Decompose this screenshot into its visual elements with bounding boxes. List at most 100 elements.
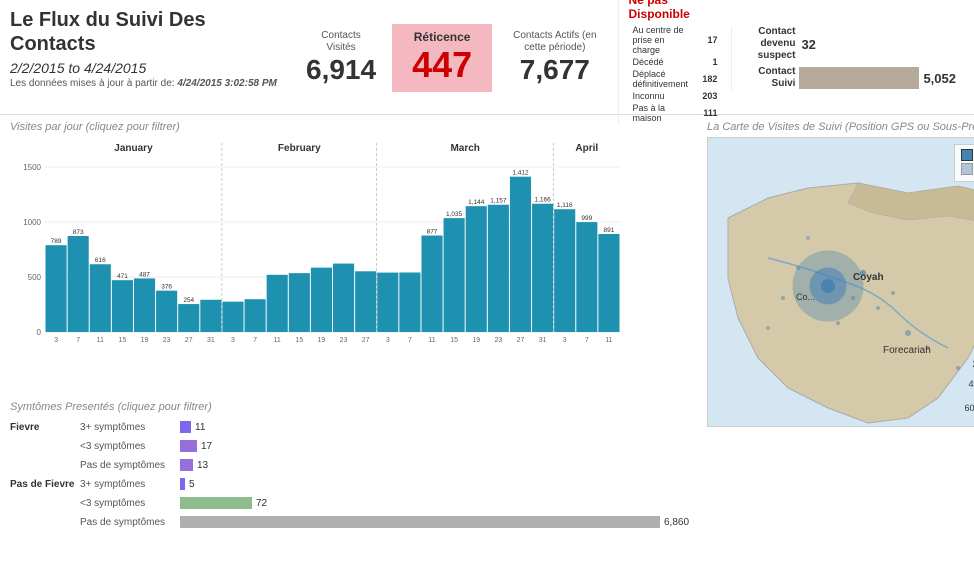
symptom-row: <3 symptômes17	[10, 438, 689, 454]
title-block: Le Flux du Suivi Des Contacts 2/2/2015 t…	[10, 8, 290, 108]
ne-pas-row-label: Décédé	[629, 56, 699, 68]
svg-text:3: 3	[563, 337, 567, 344]
svg-text:789: 789	[51, 238, 62, 245]
size-40k-text: 40,000	[969, 379, 974, 389]
bar-12[interactable]	[311, 268, 332, 332]
reticence-value: 447	[412, 44, 472, 86]
symptom-bar[interactable]	[180, 440, 197, 452]
bar-17[interactable]	[421, 236, 442, 332]
symptom-count: 17	[201, 441, 212, 452]
symptom-bar[interactable]	[180, 421, 191, 433]
ne-pas-row-label: Inconnu	[629, 90, 699, 102]
symptom-bar[interactable]	[180, 459, 193, 471]
map-size-legend: 20,000 40,000 60,000	[965, 354, 974, 420]
svg-text:31: 31	[539, 337, 547, 344]
svg-text:1,166: 1,166	[534, 197, 551, 204]
svg-text:27: 27	[185, 337, 193, 344]
svg-text:Co...: Co...	[796, 292, 815, 302]
svg-text:471: 471	[117, 273, 128, 280]
svg-text:23: 23	[494, 337, 502, 344]
updated-value: 4/24/2015 3:02:58 PM	[177, 78, 277, 89]
bar-7[interactable]	[200, 300, 221, 332]
symptom-sub-label: 3+ symptômes	[80, 422, 180, 433]
bar-10[interactable]	[267, 275, 288, 332]
svg-text:487: 487	[139, 271, 150, 278]
bar-8[interactable]	[222, 302, 243, 332]
top-section: Le Flux du Suivi Des Contacts 2/2/2015 t…	[0, 0, 974, 115]
contact-suivi-label: Contact Suivi	[740, 66, 795, 90]
svg-text:891: 891	[604, 227, 615, 234]
contacts-visites-value: 6,914	[306, 54, 376, 86]
bar-15[interactable]	[377, 273, 398, 332]
symptom-count: 6,860	[664, 517, 689, 528]
bar-23[interactable]	[554, 209, 575, 332]
ne-pas-row-value: 203	[698, 90, 721, 102]
svg-text:254: 254	[183, 297, 194, 304]
symptom-sub-label: Pas de symptômes	[80, 460, 180, 471]
symptom-sub-label: 3+ symptômes	[80, 479, 180, 490]
symptom-bar[interactable]	[180, 497, 252, 509]
svg-text:873: 873	[73, 229, 84, 236]
legend-active-item: Actif	[961, 149, 974, 161]
svg-text:March: March	[450, 143, 479, 154]
svg-text:19: 19	[141, 337, 149, 344]
bar-18[interactable]	[444, 218, 465, 332]
symptom-category-label: Fievre	[10, 422, 80, 433]
reticence-label: Réticence	[412, 30, 472, 44]
symptom-bar[interactable]	[180, 478, 185, 490]
bar-25[interactable]	[598, 234, 619, 332]
symptom-sub-label: Pas de symptômes	[80, 517, 180, 528]
symptom-row: <3 symptômes72	[10, 495, 689, 511]
bar-20[interactable]	[488, 205, 509, 332]
bar-chart-container: 050010001500JanuaryFebruaryMarchApril789…	[10, 137, 630, 367]
size-label-60k: 60,000	[965, 396, 974, 420]
svg-text:3: 3	[231, 337, 235, 344]
updated-label: Les données mises à jour à partir de:	[10, 78, 175, 89]
chart-section: Visites par jour (cliquez pour filtrer) …	[0, 115, 699, 395]
map-container: 1 Coyah Co... Forecariah Actif Non-actif	[707, 137, 974, 427]
bar-3[interactable]	[112, 280, 133, 332]
svg-text:Forecariah: Forecariah	[883, 345, 931, 356]
bar-4[interactable]	[134, 278, 155, 332]
symptom-bar-wrap: 5	[180, 478, 689, 490]
bar-1[interactable]	[68, 236, 89, 332]
svg-text:616: 616	[95, 257, 106, 264]
svg-text:3: 3	[54, 337, 58, 344]
bar-6[interactable]	[178, 304, 199, 332]
bar-11[interactable]	[289, 273, 310, 332]
size-label-40k: 40,000	[965, 374, 974, 394]
bar-13[interactable]	[333, 264, 354, 332]
bar-14[interactable]	[355, 271, 376, 332]
svg-text:7: 7	[253, 337, 257, 344]
contacts-actifs-label: Contacts Actifs (en cette période)	[508, 30, 601, 54]
svg-text:1500: 1500	[23, 163, 41, 172]
symptom-count: 13	[197, 460, 208, 471]
svg-text:0: 0	[37, 328, 42, 337]
bar-24[interactable]	[576, 222, 597, 332]
chart-subtitle: (cliquez pour filtrer)	[86, 121, 180, 133]
bar-19[interactable]	[466, 206, 487, 332]
ne-pas-row-value: 17	[698, 24, 721, 56]
ne-pas-block: Ne pas Disponible Au centre de prise en …	[618, 0, 732, 124]
symptom-bar[interactable]	[180, 516, 660, 528]
ne-pas-title: Ne pas Disponible	[629, 0, 722, 21]
bar-5[interactable]	[156, 291, 177, 332]
bar-0[interactable]	[46, 245, 67, 332]
svg-text:1,035: 1,035	[446, 211, 463, 218]
bar-22[interactable]	[532, 204, 553, 332]
symptom-bar-wrap: 11	[180, 421, 689, 433]
svg-text:Coyah: Coyah	[853, 272, 884, 283]
bar-21[interactable]	[510, 177, 531, 332]
svg-text:11: 11	[97, 337, 104, 344]
svg-text:19: 19	[318, 337, 326, 344]
bar-2[interactable]	[90, 264, 111, 332]
bar-9[interactable]	[245, 299, 266, 332]
svg-text:27: 27	[362, 337, 370, 344]
symptom-bar-wrap: 6,860	[180, 516, 689, 528]
bar-16[interactable]	[399, 272, 420, 332]
symptoms-container: Fievre3+ symptômes11<3 symptômes17Pas de…	[10, 419, 689, 530]
svg-text:3: 3	[386, 337, 390, 344]
svg-text:11: 11	[605, 337, 612, 344]
symptom-row: Pas de Fievre3+ symptômes5	[10, 476, 689, 492]
contact-block: Contact devenu suspect 32 Contact Suivi …	[731, 26, 964, 90]
